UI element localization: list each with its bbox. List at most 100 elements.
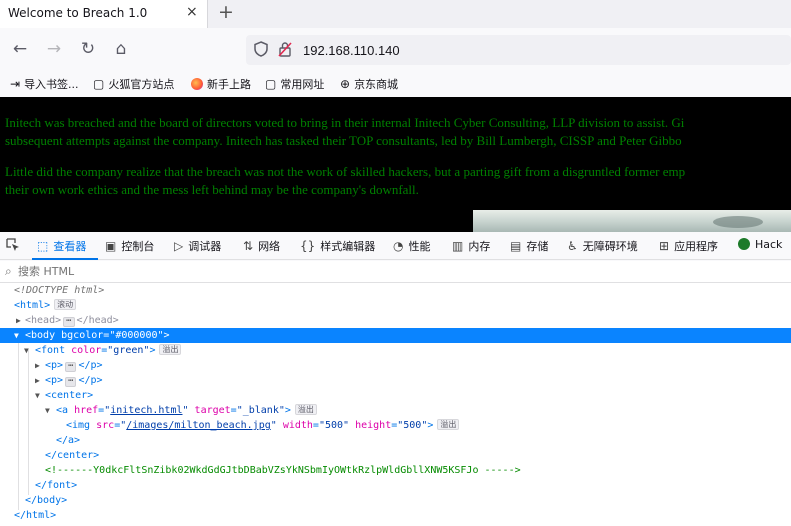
node-font[interactable]: ▼ <font color="green"> 溢出 [0, 343, 791, 358]
tab-debugger[interactable]: ▷ 调试器 [174, 238, 221, 254]
bookmark-import[interactable]: ⇥ 导入书签... [10, 76, 79, 92]
debugger-icon: ▷ [174, 239, 184, 253]
tab-inspector[interactable]: ⬚ 查看器 [37, 238, 86, 254]
tag-text: <p> [45, 360, 64, 371]
node-body[interactable]: ▼ <body bgcolor="#000000"> [0, 328, 791, 343]
attr-name: width [282, 420, 313, 431]
tag-text: <a [56, 405, 69, 416]
node-center[interactable]: ▼ <center> [0, 388, 791, 403]
tab-hackbar[interactable]: Hack [738, 238, 782, 251]
style-editor-icon: {} [300, 239, 316, 253]
attr-value[interactable]: "#000000" [109, 330, 163, 341]
url-text[interactable]: 192.168.110.140 [303, 43, 400, 58]
bookmark-common-sites[interactable]: ▢ 常用网址 [265, 76, 324, 92]
hackbar-icon [738, 238, 750, 250]
new-tab-icon[interactable]: + [218, 1, 234, 23]
node-img[interactable]: <img src="/images/milton_beach.jpg" widt… [0, 418, 791, 433]
attr-value[interactable]: "green" [107, 345, 149, 356]
attr-value[interactable]: "500" [397, 420, 427, 431]
tab-label: 网络 [258, 240, 281, 253]
collapse-icon[interactable]: ▼ [24, 343, 29, 358]
url-bar[interactable]: 192.168.110.140 [246, 35, 791, 65]
tab-accessibility[interactable]: ♿ 无障碍环境 [567, 238, 638, 254]
insecure-lock-icon[interactable] [278, 41, 292, 61]
bookmark-label: 常用网址 [280, 78, 325, 91]
collapsed-content[interactable]: ⋯ [65, 377, 77, 387]
navigation-bar: ← → ↻ ⌂ 192.168.110.140 [0, 28, 791, 72]
node-p[interactable]: ▶ <p> ⋯ </p> [0, 358, 791, 373]
home-icon[interactable]: ⌂ [111, 39, 131, 59]
overflow-badge[interactable]: 溢出 [159, 344, 182, 355]
overflow-badge[interactable]: 溢出 [294, 404, 317, 415]
attr-name: color [71, 345, 102, 356]
node-a[interactable]: ▼ <a href="initech.html" target="_blank"… [0, 403, 791, 418]
tab-memory[interactable]: ▥ 内存 [452, 238, 490, 254]
accessibility-icon: ♿ [567, 239, 578, 253]
memory-icon: ▥ [452, 239, 464, 253]
attr-value[interactable]: "_blank" [237, 405, 285, 416]
bookmark-label: 导入书签... [24, 78, 79, 91]
node-head[interactable]: ▶ <head> ⋯ </head> [0, 313, 791, 328]
collapse-icon[interactable]: ▼ [14, 328, 19, 343]
import-icon: ⇥ [10, 77, 21, 91]
tag-text: <p> [45, 375, 64, 386]
node-center-close[interactable]: </center> [0, 448, 791, 463]
node-body-close[interactable]: </body> [0, 493, 791, 508]
collapse-icon[interactable]: ▼ [35, 388, 40, 403]
paragraph-1-line-1: Initech was breached and the board of di… [5, 115, 685, 130]
shield-icon[interactable] [254, 41, 268, 61]
overflow-badge[interactable]: 溢出 [437, 419, 460, 430]
performance-icon: ◔ [393, 239, 404, 253]
tag-text: <html> [14, 300, 51, 311]
storage-icon: ▤ [510, 239, 522, 253]
tab-style-editor[interactable]: {} 样式编辑器 [300, 238, 375, 254]
bookmark-firefox-site[interactable]: ▢ 火狐官方站点 [93, 76, 174, 92]
close-icon[interactable]: × [186, 4, 198, 20]
tab-performance[interactable]: ◔ 性能 [393, 238, 430, 254]
forward-icon[interactable]: → [44, 39, 64, 59]
node-p[interactable]: ▶ <p> ⋯ </p> [0, 373, 791, 388]
tag-text: </font> [35, 480, 78, 491]
node-font-close[interactable]: </font> [0, 478, 791, 493]
attr-name: target [194, 405, 231, 416]
tab-console[interactable]: ▣ 控制台 [105, 238, 154, 254]
node-html[interactable]: <html> 滚动 [0, 298, 791, 313]
tag-text: </a> [56, 435, 81, 446]
tab-label: 无障碍环境 [582, 240, 638, 253]
search-html-input[interactable] [18, 263, 318, 280]
paragraph-1-line-2: subsequent attempts against the company.… [5, 133, 682, 148]
expand-icon[interactable]: ▶ [35, 358, 40, 373]
search-icon: ⌕ [5, 264, 12, 278]
image-detail [713, 216, 763, 228]
collapse-icon[interactable]: ▼ [45, 403, 50, 418]
tab-network[interactable]: ⇅ 网络 [243, 238, 280, 254]
bookmark-label: 京东商城 [354, 78, 399, 91]
tab-storage[interactable]: ▤ 存储 [510, 238, 548, 254]
back-icon[interactable]: ← [10, 39, 30, 59]
src-link[interactable]: /images/milton_beach.jpg [126, 420, 271, 431]
tag-text: <head> [25, 315, 62, 326]
attr-value[interactable]: "500" [319, 420, 349, 431]
tab-welcome[interactable]: Welcome to Breach 1.0 × [0, 0, 208, 28]
bookmark-getting-started[interactable]: 新手上路 [191, 76, 251, 92]
scroll-badge[interactable]: 滚动 [54, 299, 77, 310]
milton-beach-image[interactable] [473, 210, 791, 232]
tab-title: Welcome to Breach 1.0 [8, 6, 148, 20]
node-a-close[interactable]: </a> [0, 433, 791, 448]
node-doctype[interactable]: <!DOCTYPE html> [0, 283, 791, 298]
tab-application[interactable]: ⊞ 应用程序 [659, 238, 718, 254]
attr-name: src [96, 420, 115, 431]
element-picker-icon[interactable] [6, 238, 20, 256]
collapsed-content[interactable]: ⋯ [63, 317, 75, 327]
expand-icon[interactable]: ▶ [16, 313, 21, 328]
tag-text: </body> [25, 495, 68, 506]
node-html-close[interactable]: </html> [0, 508, 791, 523]
reload-icon[interactable]: ↻ [78, 39, 98, 59]
bookmark-jd[interactable]: ⊕ 京东商城 [340, 76, 398, 92]
node-comment[interactable]: <!------Y0dkcFltSnZibk02WkdGdGJtbDBabVZs… [0, 463, 791, 478]
collapsed-content[interactable]: ⋯ [65, 362, 77, 372]
href-link[interactable]: initech.html [110, 405, 182, 416]
tab-label: 内存 [468, 240, 491, 253]
tag-close: > [427, 420, 434, 431]
expand-icon[interactable]: ▶ [35, 373, 40, 388]
